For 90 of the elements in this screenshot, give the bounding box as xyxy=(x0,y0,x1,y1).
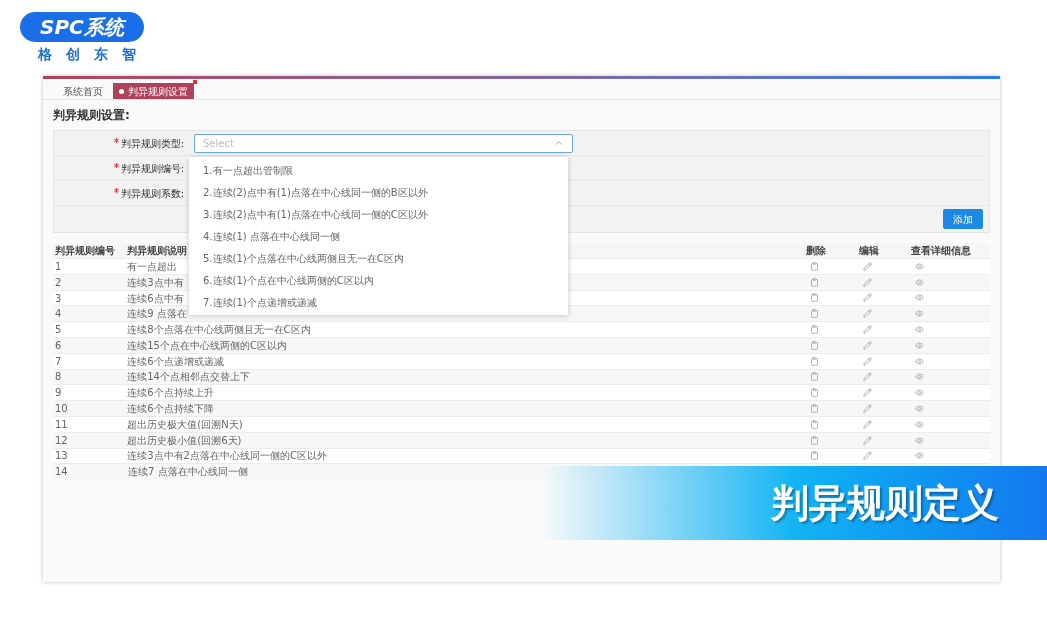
pen-icon[interactable] xyxy=(863,293,873,303)
table-cell-text: 连续6个点持续下降 xyxy=(127,402,214,417)
eye-icon[interactable] xyxy=(914,372,924,382)
table-cell-text: 11 xyxy=(54,417,69,432)
clipboard-icon[interactable] xyxy=(809,372,819,382)
pen-icon[interactable] xyxy=(863,419,873,429)
eye-icon[interactable] xyxy=(914,261,924,271)
tab[interactable]: 系统首页 xyxy=(57,83,109,99)
table-cell-text: 连续8个点落在中心线两侧且无一在C区内 xyxy=(127,323,311,338)
eye-icon[interactable] xyxy=(914,277,924,287)
banner-title: 判异规则定义 xyxy=(771,479,999,527)
table-cell-text: 连续9 点落在 xyxy=(127,307,187,322)
eye-icon[interactable] xyxy=(914,309,924,319)
table-cell-text: 连续3点中有 xyxy=(127,275,184,290)
eye-icon[interactable] xyxy=(914,325,924,335)
table-cell-text: 12 xyxy=(54,433,69,448)
table-cell-text: 连续6点中有 xyxy=(127,291,184,306)
table-cell-text: 8 xyxy=(54,370,63,385)
table-cell-text: 10 xyxy=(54,402,69,417)
table-cell-text: 9 xyxy=(54,386,63,401)
clipboard-icon[interactable] xyxy=(809,435,819,445)
field-label: 判异规则编号: xyxy=(120,161,184,176)
table-cell-text: 连续6个点持续上升 xyxy=(127,386,214,401)
field-label: 判异规则系数: xyxy=(120,186,184,201)
eye-icon[interactable] xyxy=(914,356,924,366)
pen-icon[interactable] xyxy=(863,277,873,287)
add-button[interactable]: 添加 xyxy=(943,209,983,229)
dropdown-option[interactable]: 4.连续(1) 点落在中心线同一侧 xyxy=(189,225,568,247)
clipboard-icon[interactable] xyxy=(809,340,819,350)
clipboard-icon[interactable] xyxy=(809,388,819,398)
table-cell-text: 14 xyxy=(54,465,69,480)
clipboard-icon[interactable] xyxy=(809,277,819,287)
clipboard-icon[interactable] xyxy=(809,404,819,414)
table-cell-text: 2 xyxy=(54,275,63,290)
close-icon[interactable] xyxy=(193,80,197,84)
eye-icon[interactable] xyxy=(914,435,924,445)
clipboard-icon[interactable] xyxy=(809,356,819,366)
pen-icon[interactable] xyxy=(863,261,873,271)
select-placeholder: Select xyxy=(203,136,234,151)
eye-icon[interactable] xyxy=(914,388,924,398)
column-header: 编辑 xyxy=(859,244,881,258)
clipboard-icon[interactable] xyxy=(809,325,819,335)
eye-icon[interactable] xyxy=(914,293,924,303)
clipboard-icon[interactable] xyxy=(809,293,819,303)
form-title: 判异规则设置: xyxy=(53,107,131,124)
eye-icon[interactable] xyxy=(914,340,924,350)
table-cell-text: 6 xyxy=(54,338,63,353)
table-cell-text: 超出历史极小值(回溯6天) xyxy=(127,433,242,448)
table-cell-text: 连续3点中有2点落在中心线同一侧的C区以外 xyxy=(127,449,327,464)
table-cell-text: 1 xyxy=(54,259,63,274)
eye-icon[interactable] xyxy=(914,419,924,429)
table-cell-text: 有一点超出 xyxy=(127,259,178,274)
dropdown-option[interactable]: 7.连续(1)个点递增或递减 xyxy=(189,291,568,313)
tab[interactable]: 判异规则设置 xyxy=(113,83,194,99)
logo-subtitle: 格创东智 xyxy=(37,45,150,64)
dropdown-option[interactable]: 5.连续(1)个点落在中心线两侧且无一在C区内 xyxy=(189,247,568,269)
table-cell-text: 连续6个点递增或递减 xyxy=(127,354,224,369)
table-cell-text: 连续14个点相邻点交替上下 xyxy=(127,370,250,385)
table-cell-text: 连续7 点落在中心线同一侧 xyxy=(128,465,248,480)
table-cell-text: 超出历史极大值(回溯N天) xyxy=(127,417,243,432)
clipboard-icon[interactable] xyxy=(809,451,819,461)
dropdown-option[interactable]: 1.有一点超出管制限 xyxy=(189,159,568,181)
table-cell-text: 7 xyxy=(54,354,63,369)
pen-icon[interactable] xyxy=(863,388,873,398)
pen-icon[interactable] xyxy=(863,309,873,319)
pen-icon[interactable] xyxy=(863,356,873,366)
pen-icon[interactable] xyxy=(863,372,873,382)
column-header: 判异规则编号 xyxy=(54,244,116,258)
pen-icon[interactable] xyxy=(863,340,873,350)
dropdown-option[interactable]: 3.连续(2)点中有(1)点落在中心线同一侧的C区以外 xyxy=(189,203,568,225)
eye-icon[interactable] xyxy=(914,404,924,414)
table-cell-text: 13 xyxy=(54,449,69,464)
clipboard-icon[interactable] xyxy=(809,309,819,319)
table-cell-text: 4 xyxy=(54,307,63,322)
column-header: 删除 xyxy=(805,244,827,258)
pen-icon[interactable] xyxy=(863,435,873,445)
table-cell-text: 3 xyxy=(54,291,63,306)
pen-icon[interactable] xyxy=(863,404,873,414)
pen-icon[interactable] xyxy=(863,451,873,461)
clipboard-icon[interactable] xyxy=(809,261,819,271)
column-header: 查看详细信息 xyxy=(910,244,972,258)
table-cell-text: 连续15个点在中心线两侧的C区以内 xyxy=(127,338,287,353)
chevron-icon xyxy=(554,138,564,148)
field-label: 判异规则类型: xyxy=(120,136,184,151)
pen-icon[interactable] xyxy=(863,325,873,335)
dropdown-option[interactable]: 2.连续(2)点中有(1)点落在中心线同一侧的B区以外 xyxy=(189,181,568,203)
eye-icon[interactable] xyxy=(914,451,924,461)
clipboard-icon[interactable] xyxy=(809,419,819,429)
table-cell-text: 5 xyxy=(54,323,63,338)
dropdown-option[interactable]: 6.连续(1)个点在中心线两侧的C区以内 xyxy=(189,269,568,291)
